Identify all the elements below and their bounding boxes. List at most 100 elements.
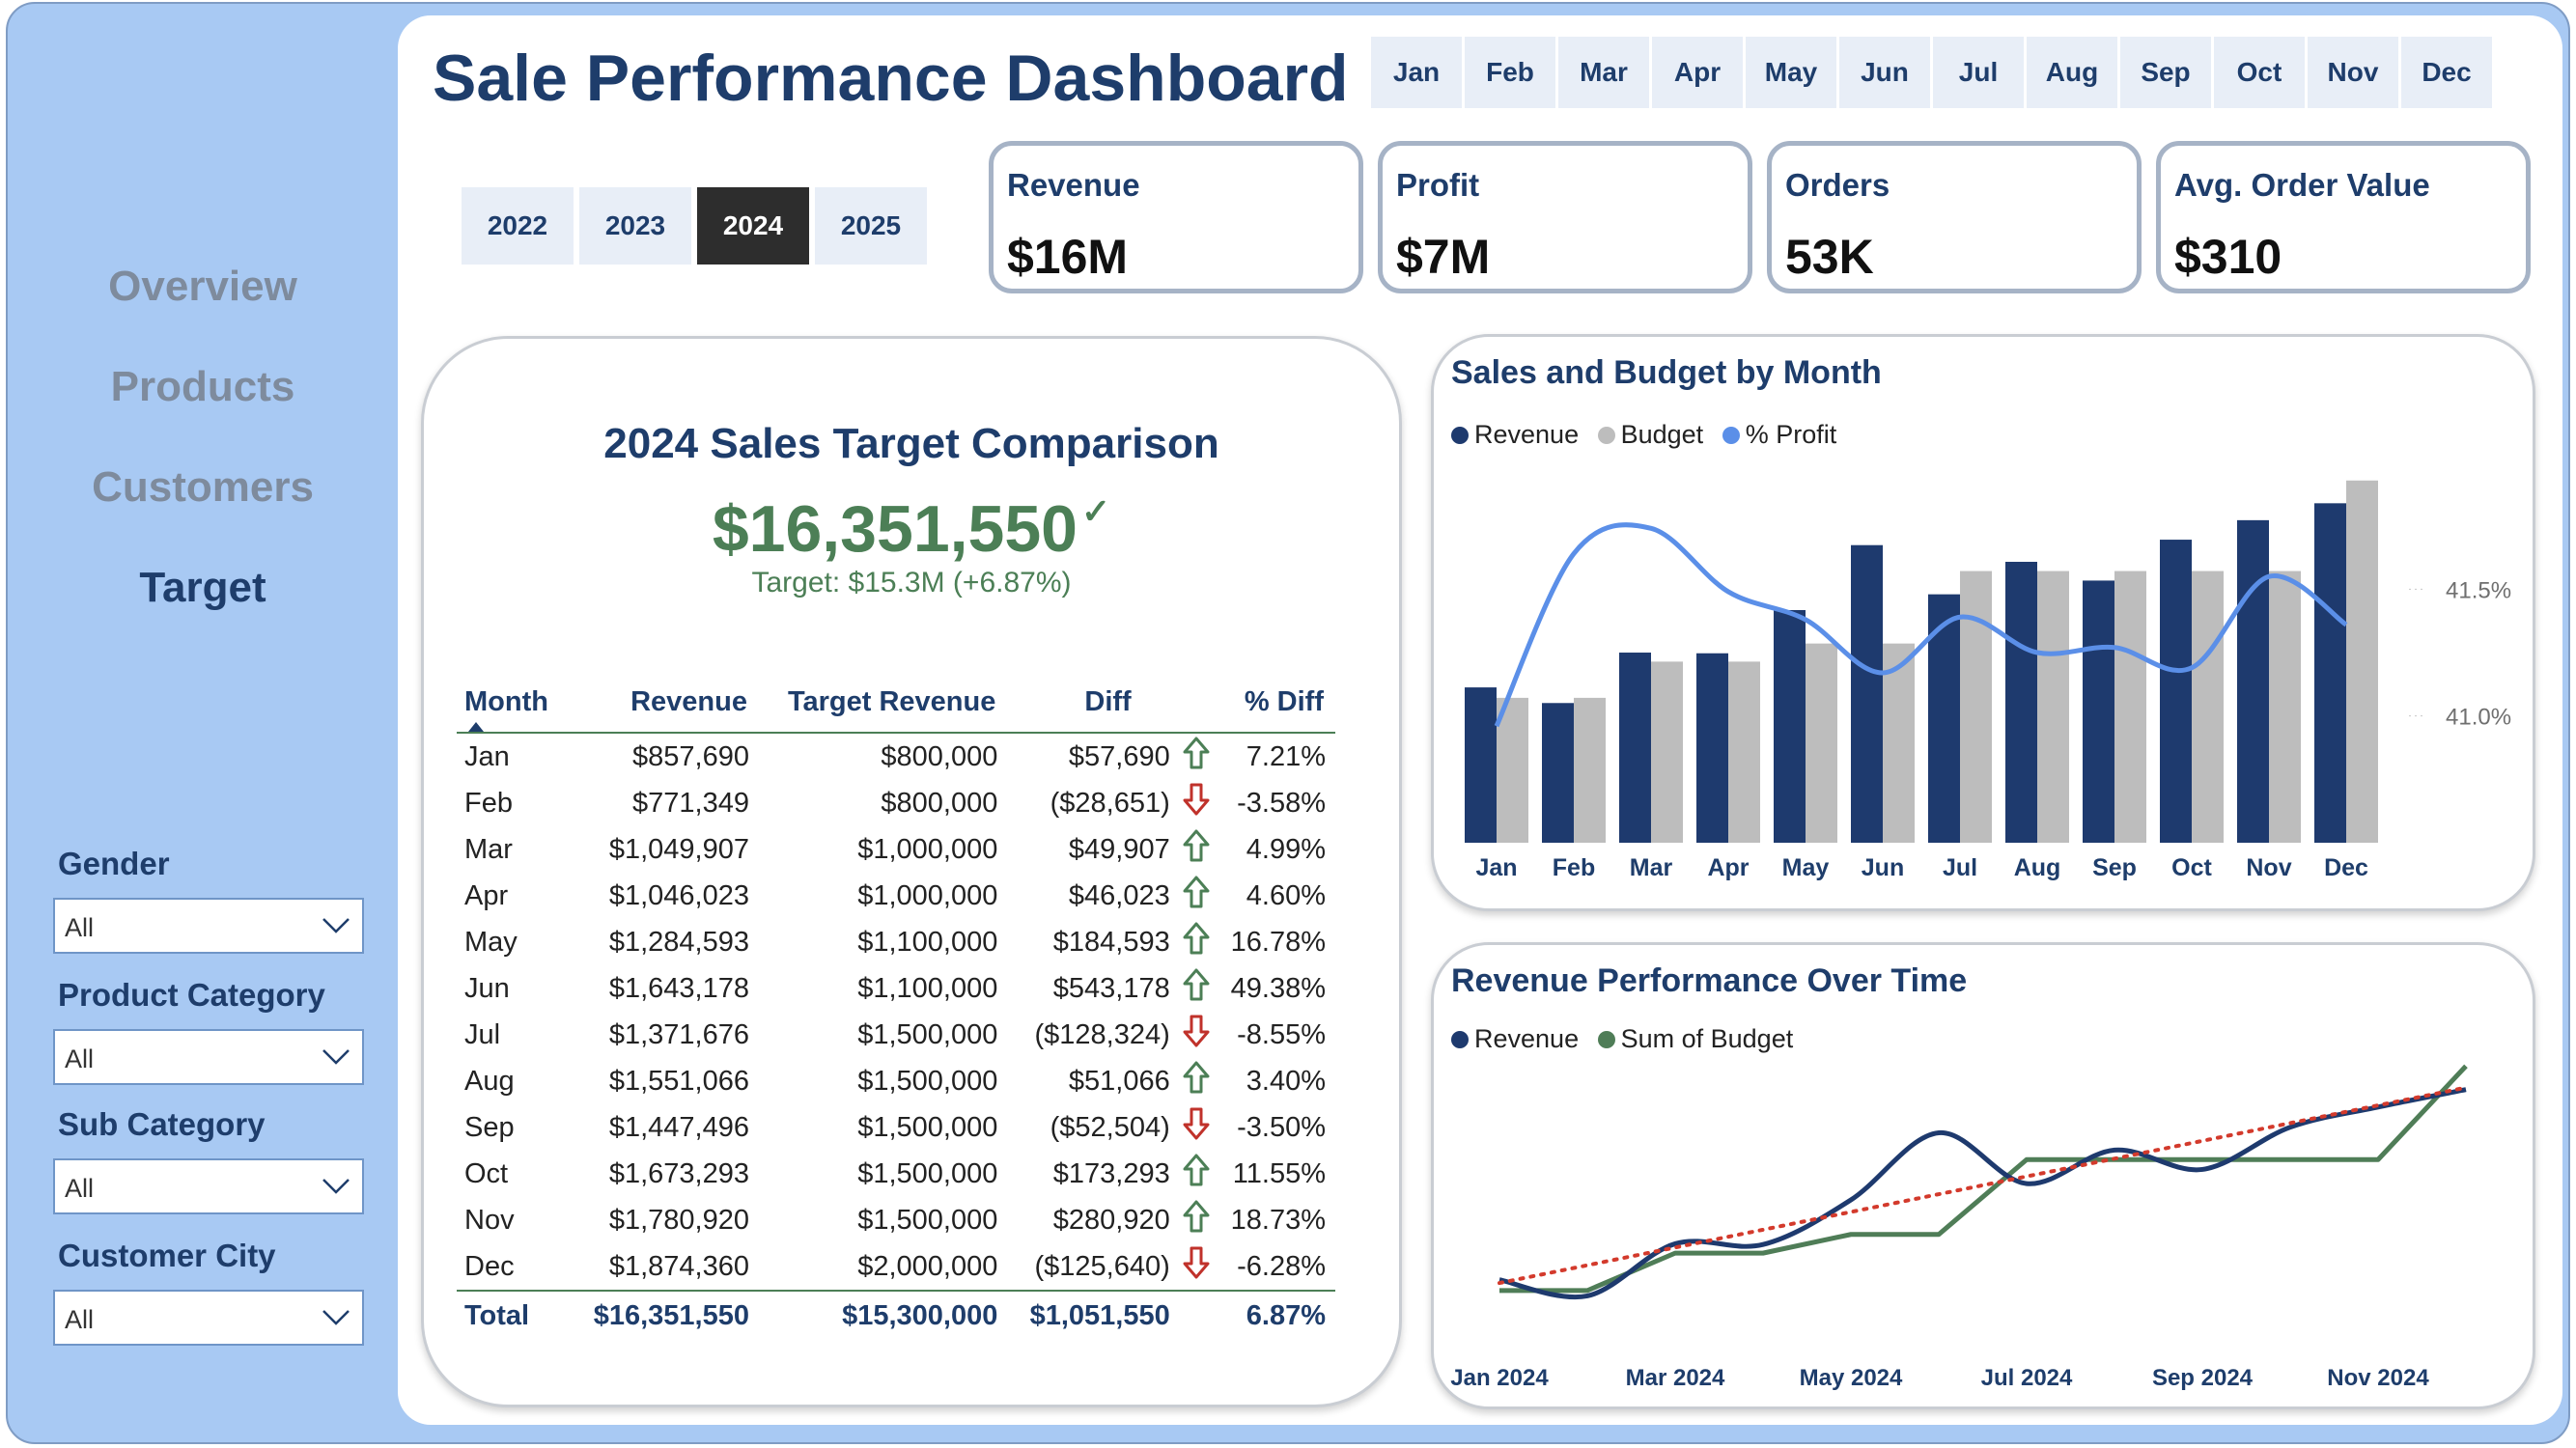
- cell-month: Jun: [464, 972, 510, 1004]
- month-mar[interactable]: Mar: [1558, 37, 1649, 108]
- month-jan[interactable]: Jan: [1371, 37, 1462, 108]
- table-row[interactable]: Oct $1,673,293 $1,500,000 $173,293 11.55%: [457, 1151, 1335, 1197]
- x-tick-label: Apr: [1707, 854, 1749, 881]
- cell-pct-diff: 7.21%: [1246, 740, 1326, 772]
- table-row[interactable]: Nov $1,780,920 $1,500,000 $280,920 18.73%: [457, 1197, 1335, 1243]
- cell-target: $1,500,000: [857, 1111, 998, 1143]
- bar-revenue[interactable]: [1619, 653, 1651, 843]
- x-tick-label: Jan: [1475, 854, 1517, 881]
- table-row[interactable]: May $1,284,593 $1,100,000 $184,593 16.78%: [457, 919, 1335, 965]
- kpi-revenue-label: Revenue: [1007, 167, 1140, 203]
- cell-month: Apr: [464, 879, 509, 911]
- bar-budget[interactable]: [1806, 643, 1837, 843]
- cell-target: $2,000,000: [857, 1250, 998, 1282]
- bar-revenue[interactable]: [1774, 609, 1806, 843]
- month-jul[interactable]: Jul: [1933, 37, 2024, 108]
- bar-budget[interactable]: [1574, 697, 1606, 843]
- filter-gender-dropdown[interactable]: All: [53, 898, 364, 954]
- cell-revenue: $1,371,676: [608, 1018, 749, 1050]
- bar-revenue[interactable]: [2314, 503, 2346, 843]
- bar-budget[interactable]: [2346, 480, 2378, 843]
- arrow-down-icon: [1180, 1243, 1213, 1291]
- x-tick-label: Dec: [2324, 854, 2368, 881]
- trend-line: [1498, 1085, 2468, 1286]
- target-card-subtext: Target: $15.3M (+6.87%): [751, 567, 1072, 599]
- cell-revenue: $857,690: [632, 740, 749, 772]
- month-nov[interactable]: Nov: [2308, 37, 2398, 108]
- year-2024[interactable]: 2024: [697, 187, 809, 265]
- bar-budget[interactable]: [2114, 571, 2146, 843]
- nav-overview[interactable]: Overview: [19, 263, 386, 311]
- cell-pct-diff: 11.55%: [1232, 1157, 1326, 1189]
- bar-budget[interactable]: [1960, 571, 1992, 843]
- bar-budget[interactable]: [1651, 661, 1683, 843]
- filter-customer-city-dropdown[interactable]: All: [53, 1290, 364, 1346]
- x-tick-label: May 2024: [1800, 1365, 1903, 1391]
- year-2022[interactable]: 2022: [462, 187, 574, 265]
- nav-customers[interactable]: Customers: [19, 463, 386, 512]
- filter-sub-category-label: Sub Category: [58, 1106, 266, 1142]
- arrow-up-icon: [1180, 733, 1213, 780]
- x-tick-label: Jul: [1943, 854, 1977, 881]
- total-diff: $1,051,550: [1029, 1299, 1170, 1331]
- bar-revenue[interactable]: [1696, 653, 1728, 843]
- table-row[interactable]: Jul $1,371,676 $1,500,000 ($128,324) -8.55%: [457, 1012, 1335, 1058]
- filter-gender-value: All: [65, 913, 95, 942]
- cell-target: $1,500,000: [857, 1018, 998, 1050]
- arrow-up-icon: [1180, 965, 1213, 1012]
- bar-revenue[interactable]: [1851, 544, 1883, 843]
- line-sum-of-budget[interactable]: [1499, 1064, 2468, 1294]
- chart2-plot: Jan 2024 Mar 2024 May 2024 Jul 2024 Sep 2024…: [1450, 1064, 2468, 1391]
- table-row[interactable]: Apr $1,046,023 $1,000,000 $46,023 4.60%: [457, 873, 1335, 919]
- table-row[interactable]: Feb $771,349 $800,000 ($28,651) -3.58%: [457, 780, 1335, 826]
- month-aug[interactable]: Aug: [2027, 37, 2117, 108]
- nav-target[interactable]: Target: [19, 564, 386, 612]
- filter-sub-category-value: All: [65, 1174, 95, 1203]
- filter-sub-category-dropdown[interactable]: All: [53, 1158, 364, 1214]
- bar-revenue[interactable]: [1465, 687, 1497, 843]
- bar-revenue[interactable]: [2160, 540, 2192, 843]
- table-row[interactable]: Dec $1,874,360 $2,000,000 ($125,640) -6.28%: [457, 1243, 1335, 1291]
- month-sep[interactable]: Sep: [2120, 37, 2211, 108]
- bar-budget[interactable]: [2192, 571, 2224, 843]
- month-oct[interactable]: Oct: [2214, 37, 2305, 108]
- column-header-diff[interactable]: Diff: [1007, 681, 1212, 733]
- target-card-title: 2024 Sales Target Comparison: [603, 420, 1219, 467]
- filter-customer-city-label: Customer City: [58, 1238, 276, 1273]
- year-2023[interactable]: 2023: [579, 187, 691, 265]
- table-row[interactable]: Sep $1,447,496 $1,500,000 ($52,504) -3.50%: [457, 1104, 1335, 1151]
- kpi-profit-card: Profit $7M: [1378, 141, 1752, 293]
- column-header-month[interactable]: Month: [457, 681, 570, 733]
- target-amount-value: $16,351,550: [712, 492, 1078, 566]
- month-jun[interactable]: Jun: [1839, 37, 1930, 108]
- sales-target-card: 2024 Sales Target Comparison $16,351,550…: [421, 336, 1402, 1407]
- column-header-revenue[interactable]: Revenue: [570, 681, 759, 733]
- year-2025[interactable]: 2025: [815, 187, 927, 265]
- table-row[interactable]: Jun $1,643,178 $1,100,000 $543,178 49.38%: [457, 965, 1335, 1012]
- column-header-target-revenue[interactable]: Target Revenue: [759, 681, 1007, 733]
- filter-customer-city-value: All: [65, 1305, 95, 1334]
- table-row[interactable]: Mar $1,049,907 $1,000,000 $49,907 4.99%: [457, 826, 1335, 873]
- bar-budget[interactable]: [1728, 661, 1760, 843]
- month-may[interactable]: May: [1746, 37, 1836, 108]
- month-feb[interactable]: Feb: [1465, 37, 1555, 108]
- filter-product-category-dropdown[interactable]: All: [53, 1029, 364, 1085]
- bar-revenue[interactable]: [2083, 580, 2114, 843]
- cell-pct-diff: -8.55%: [1237, 1018, 1326, 1050]
- cell-month: Nov: [464, 1204, 515, 1236]
- bar-budget[interactable]: [2269, 571, 2301, 843]
- month-dec[interactable]: Dec: [2401, 37, 2492, 108]
- cell-pct-diff: 16.78%: [1230, 926, 1326, 958]
- kpi-revenue-value: $16M: [1007, 230, 1129, 284]
- table-row[interactable]: Jan $857,690 $800,000 $57,690 7.21%: [457, 733, 1335, 780]
- table-row[interactable]: Aug $1,551,066 $1,500,000 $51,066 3.40%: [457, 1058, 1335, 1104]
- column-header-pct-diff[interactable]: % Diff: [1213, 681, 1335, 733]
- month-apr[interactable]: Apr: [1652, 37, 1743, 108]
- bar-revenue[interactable]: [2237, 519, 2269, 843]
- x-tick-label: Mar 2024: [1626, 1365, 1725, 1391]
- bar-budget[interactable]: [2037, 571, 2069, 843]
- bar-revenue[interactable]: [1542, 703, 1574, 843]
- bar-revenue[interactable]: [2005, 561, 2037, 843]
- nav-products[interactable]: Products: [19, 363, 386, 411]
- target-card-amount: $16,351,550 ✓: [424, 491, 1399, 567]
